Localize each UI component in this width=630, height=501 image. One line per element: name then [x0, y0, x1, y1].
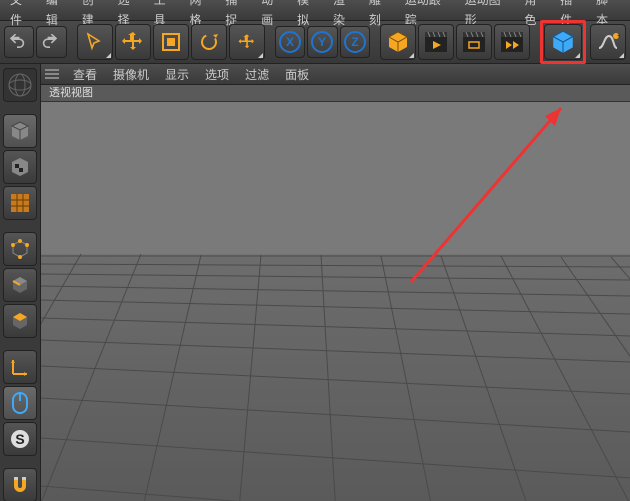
dropdown-corner-icon — [619, 53, 624, 58]
spline-button[interactable]: + — [590, 24, 626, 60]
axis-x-button[interactable]: X — [275, 26, 305, 58]
move-icon — [122, 31, 144, 53]
rotate-button[interactable] — [191, 24, 227, 60]
edge-mode-button[interactable] — [3, 268, 37, 302]
move-small-icon — [237, 32, 257, 52]
move-button[interactable] — [115, 24, 151, 60]
main-area: 查看 摄像机 显示 选项 过滤 面板 透视视图 — [41, 64, 630, 501]
viewport-grid — [41, 102, 630, 501]
cube-orange-icon — [386, 30, 410, 54]
poly-mode-button[interactable] — [3, 304, 37, 338]
viewport-label: 透视视图 — [41, 85, 630, 102]
vmenu-display[interactable]: 显示 — [159, 66, 195, 83]
globe-icon — [7, 72, 33, 98]
vmenu-camera[interactable]: 摄像机 — [107, 66, 155, 83]
viewport-menubar: 查看 摄像机 显示 选项 过滤 面板 — [41, 64, 630, 85]
cube-blue-icon — [550, 29, 576, 55]
vmenu-options[interactable]: 选项 — [199, 66, 235, 83]
texture-mode-button[interactable] — [3, 150, 37, 184]
svg-text:X: X — [286, 35, 294, 49]
vmenu-panel[interactable]: 面板 — [279, 66, 315, 83]
last-tool-button[interactable] — [229, 24, 265, 60]
axis-button[interactable] — [3, 350, 37, 384]
svg-text:Z: Z — [351, 35, 358, 49]
add-cube-button[interactable] — [544, 24, 582, 60]
checker-cube-icon — [8, 155, 32, 179]
vmenu-view[interactable]: 查看 — [67, 66, 103, 83]
axis-icon — [9, 356, 31, 378]
clapper-play-icon — [424, 31, 448, 53]
svg-text:+: + — [617, 33, 620, 40]
clapper-fwd-icon — [500, 31, 524, 53]
cursor-icon — [85, 32, 105, 52]
uv-mode-button[interactable] — [3, 186, 37, 220]
anim-key-button[interactable] — [494, 24, 530, 60]
side-toolbar: S — [0, 64, 41, 501]
cube-solid-icon — [8, 119, 32, 143]
cube-points-icon — [8, 237, 32, 261]
undo-button[interactable] — [4, 26, 34, 58]
grid-icon — [9, 192, 31, 214]
rotate-icon — [198, 31, 220, 53]
cube-poly-icon — [8, 309, 32, 333]
dropdown-corner-icon — [258, 53, 263, 58]
primitive-cube-button[interactable] — [380, 24, 416, 60]
vmenu-filter[interactable]: 过滤 — [239, 66, 275, 83]
dropdown-corner-icon — [575, 53, 580, 58]
y-axis-icon: Y — [310, 30, 334, 54]
grip-icon[interactable] — [45, 69, 63, 79]
highlight-annotation — [540, 20, 586, 64]
x-axis-icon: X — [278, 30, 302, 54]
point-mode-button[interactable] — [3, 232, 37, 266]
globe-button[interactable] — [3, 68, 37, 102]
cube-edge-icon — [8, 273, 32, 297]
svg-text:Y: Y — [318, 35, 326, 49]
mouse-icon — [10, 391, 30, 415]
svg-text:S: S — [15, 431, 24, 447]
z-axis-icon: Z — [343, 30, 367, 54]
main-menubar: 文件 编辑 创建 选择 工具 网格 捕捉 动画 模拟 渲染 雕刻 运动跟踪 运动… — [0, 0, 630, 21]
clapper-range-icon — [462, 31, 486, 53]
snap-button[interactable]: S — [3, 422, 37, 456]
undo-icon — [9, 34, 29, 50]
redo-icon — [42, 34, 62, 50]
axis-y-button[interactable]: Y — [307, 26, 337, 58]
anim-range-button[interactable] — [456, 24, 492, 60]
model-mode-button[interactable] — [3, 114, 37, 148]
mouse-button[interactable] — [3, 386, 37, 420]
anim-play-button[interactable] — [418, 24, 454, 60]
scale-button[interactable] — [153, 24, 189, 60]
spline-icon: + — [596, 30, 620, 54]
redo-button[interactable] — [36, 26, 66, 58]
magnet-icon — [9, 474, 31, 496]
magnet-button[interactable] — [3, 468, 37, 501]
dropdown-corner-icon — [106, 53, 111, 58]
scale-icon — [161, 32, 181, 52]
dropdown-corner-icon — [409, 53, 414, 58]
snap-s-icon: S — [9, 428, 31, 450]
perspective-viewport[interactable] — [41, 102, 630, 501]
live-select-button[interactable] — [77, 24, 113, 60]
axis-z-button[interactable]: Z — [340, 26, 370, 58]
